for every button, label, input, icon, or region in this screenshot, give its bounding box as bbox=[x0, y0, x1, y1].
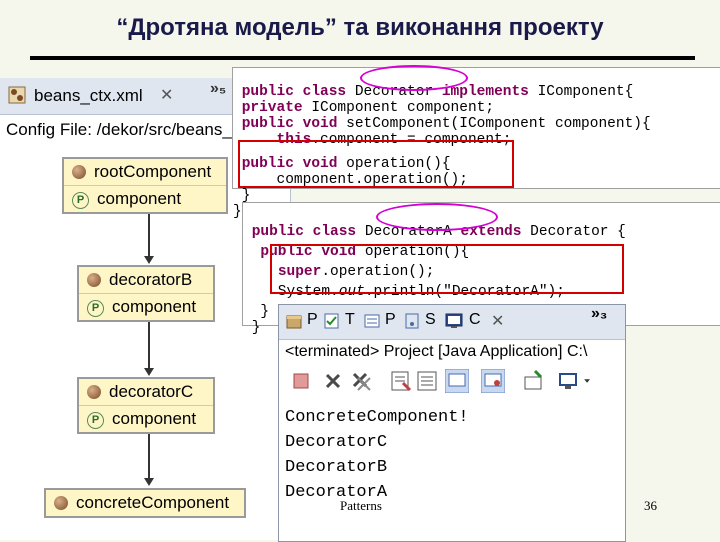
code-line: public void setComponent(IComponent comp… bbox=[241, 116, 651, 132]
connector-line bbox=[148, 214, 150, 256]
show-on-error-icon[interactable] bbox=[481, 369, 505, 393]
clear-console-icon[interactable] bbox=[389, 369, 413, 393]
arrow-down-icon bbox=[144, 256, 154, 264]
tab-overflow-button[interactable]: »₃ bbox=[591, 305, 607, 323]
pin-console-icon[interactable] bbox=[521, 369, 545, 393]
bean-name: decoratorC bbox=[109, 382, 194, 401]
footer-label: Patterns bbox=[340, 498, 382, 513]
tab-s[interactable]: S bbox=[425, 311, 436, 329]
bean-header: decoratorC bbox=[79, 379, 213, 406]
servers-icon[interactable] bbox=[403, 312, 421, 330]
console-icon[interactable] bbox=[445, 312, 463, 330]
bean-node-root[interactable]: rootComponent Pcomponent bbox=[62, 157, 228, 214]
property-name: component bbox=[112, 297, 197, 316]
output-line: DecoratorB bbox=[285, 458, 388, 477]
connector-line bbox=[148, 322, 150, 368]
package-icon[interactable] bbox=[285, 312, 303, 330]
bean-name: decoratorB bbox=[109, 270, 193, 289]
tab-console[interactable]: C bbox=[469, 311, 481, 329]
output-line: DecoratorC bbox=[285, 433, 388, 452]
bean-icon bbox=[54, 496, 68, 510]
highlight-oval bbox=[376, 203, 498, 231]
console-tab-bar: P T P S C ✕ »₃ bbox=[279, 305, 625, 340]
editor-tab-beans-ctx[interactable]: beans_ctx.xml bbox=[34, 86, 143, 106]
bean-header: concreteComponent bbox=[46, 490, 244, 516]
properties-icon[interactable] bbox=[363, 312, 381, 330]
bean-header: rootComponent bbox=[64, 159, 226, 186]
close-icon[interactable]: ✕ bbox=[160, 85, 173, 105]
console-panel: P T P S C ✕ »₃ <terminated> Project [Jav… bbox=[278, 304, 626, 542]
tab-p[interactable]: P bbox=[307, 311, 318, 329]
show-on-output-icon[interactable] bbox=[445, 369, 469, 393]
arrow-down-icon bbox=[144, 478, 154, 486]
bean-node-concreteComponent[interactable]: concreteComponent bbox=[44, 488, 246, 518]
keyword: public void bbox=[241, 116, 338, 132]
code-line: public class Decorator implements ICompo… bbox=[241, 84, 634, 100]
code-line: private IComponent component; bbox=[241, 100, 495, 116]
tab-p2[interactable]: P bbox=[385, 311, 396, 329]
tab-overflow-button[interactable]: »₅ bbox=[210, 80, 226, 98]
property-icon: P bbox=[72, 192, 89, 209]
highlight-oval bbox=[360, 65, 468, 91]
keyword: private bbox=[241, 100, 303, 116]
title-underline bbox=[30, 56, 695, 60]
bean-property: Pcomponent bbox=[64, 186, 226, 212]
property-name: component bbox=[112, 409, 197, 428]
chevron-down-icon[interactable] bbox=[583, 369, 597, 393]
keyword: public class bbox=[241, 84, 355, 100]
output-line: ConcreteComponent! bbox=[285, 408, 469, 427]
console-output: ConcreteComponent! DecoratorC DecoratorB De… bbox=[285, 405, 469, 505]
remove-all-terminated-icon[interactable] bbox=[349, 369, 373, 393]
page-number: 36 bbox=[644, 498, 657, 513]
bean-name: concreteComponent bbox=[76, 493, 230, 512]
highlight-frame bbox=[238, 140, 514, 188]
bean-property: Pcomponent bbox=[79, 406, 213, 432]
bean-node-decoratorB[interactable]: decoratorB Pcomponent bbox=[77, 265, 215, 322]
property-icon: P bbox=[87, 412, 104, 429]
bean-node-decoratorC[interactable]: decoratorC Pcomponent bbox=[77, 377, 215, 434]
keyword: public class bbox=[251, 224, 365, 240]
arrow-down-icon bbox=[144, 368, 154, 376]
property-name: component bbox=[97, 189, 182, 208]
terminate-icon[interactable] bbox=[289, 369, 313, 393]
connector-line bbox=[148, 434, 150, 478]
highlight-frame bbox=[270, 244, 624, 294]
beans-file-icon bbox=[8, 86, 26, 104]
bean-property: Pcomponent bbox=[79, 294, 213, 320]
bean-name: rootComponent bbox=[94, 162, 212, 181]
bean-header: decoratorB bbox=[79, 267, 213, 294]
property-icon: P bbox=[87, 300, 104, 317]
close-icon[interactable]: ✕ bbox=[491, 311, 504, 331]
bean-icon bbox=[87, 273, 101, 287]
task-icon[interactable] bbox=[323, 312, 341, 330]
display-console-icon[interactable] bbox=[557, 369, 581, 393]
remove-launch-icon[interactable] bbox=[321, 369, 345, 393]
tab-t[interactable]: T bbox=[345, 311, 355, 329]
scroll-lock-icon[interactable] bbox=[415, 369, 439, 393]
bean-icon bbox=[87, 385, 101, 399]
console-status: <terminated> Project [Java Application] … bbox=[285, 343, 588, 360]
slide-title: “Дротяна модель” та виконання проекту bbox=[116, 14, 604, 41]
bean-icon bbox=[72, 165, 86, 179]
